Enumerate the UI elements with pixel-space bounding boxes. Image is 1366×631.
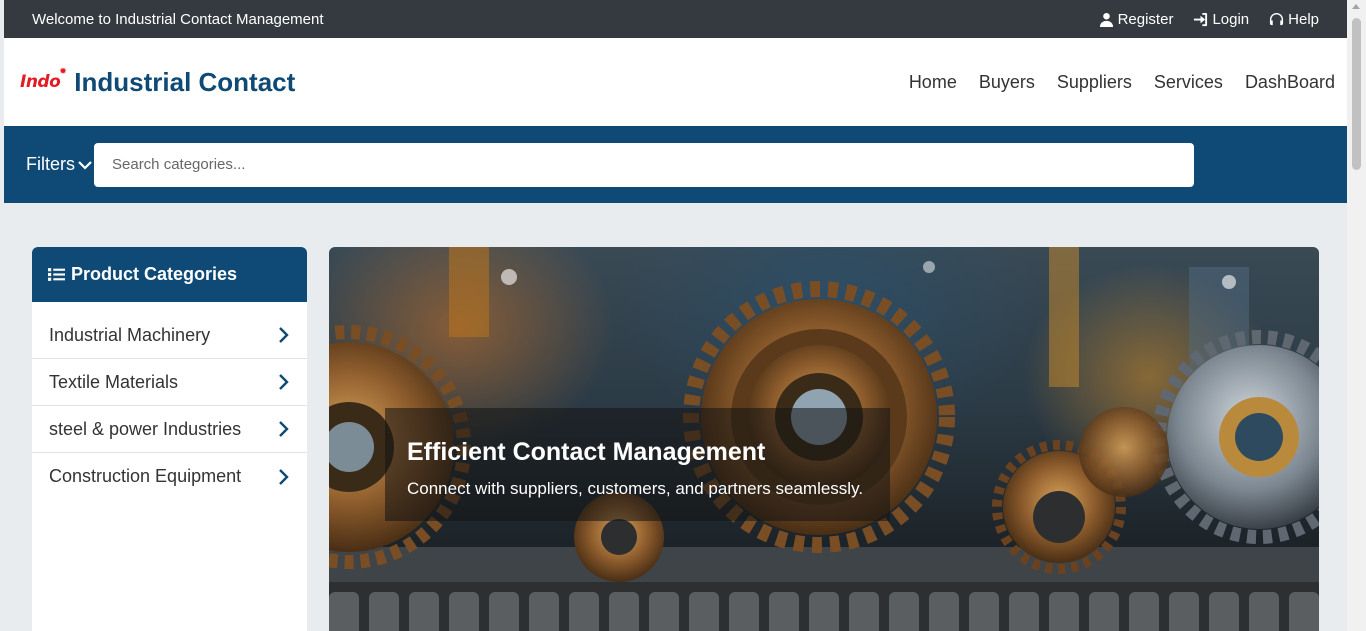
site-header: Indo ✹ Industrial Contact Home Buyers Sup…: [4, 38, 1347, 126]
category-item[interactable]: Industrial Machinery: [32, 312, 307, 359]
nav-home[interactable]: Home: [909, 72, 957, 93]
filters-label: Filters: [26, 154, 75, 174]
main-nav: Home Buyers Suppliers Services DashBoard: [909, 72, 1335, 93]
welcome-text: Welcome to Industrial Contact Management: [32, 10, 324, 28]
chevron-right-icon: [279, 468, 289, 485]
page: Welcome to Industrial Contact Management…: [4, 0, 1347, 631]
chevron-right-icon: [279, 421, 289, 437]
login-link[interactable]: Login: [1193, 11, 1249, 28]
help-label: Help: [1288, 10, 1319, 28]
categories-heading-text: Product Categories: [71, 264, 238, 284]
nav-dashboard[interactable]: DashBoard: [1245, 72, 1335, 93]
logo: Indo ✹: [20, 67, 67, 92]
chevron-right-icon: [279, 327, 289, 343]
headset-icon: [1270, 12, 1284, 25]
category-label: Industrial Machinery: [49, 324, 211, 345]
top-bar: Welcome to Industrial Contact Management…: [4, 0, 1347, 38]
category-item[interactable]: Textile Materials: [32, 359, 307, 406]
hero-banner: Efficient Contact Management Connect wit…: [329, 247, 1319, 631]
scroll-thumb[interactable]: [1352, 18, 1361, 170]
categories-heading: Product Categories: [32, 247, 307, 302]
filter-bar: Filters: [4, 126, 1347, 203]
register-label: Register: [1117, 10, 1174, 28]
brand[interactable]: Indo ✹ Industrial Contact: [20, 67, 295, 98]
category-item[interactable]: steel & power Industries: [32, 406, 307, 453]
hero-caption: Efficient Contact Management Connect wit…: [385, 408, 890, 521]
help-link[interactable]: Help: [1269, 11, 1319, 28]
nav-suppliers[interactable]: Suppliers: [1057, 72, 1132, 93]
hero-subtext: Connect with suppliers, customers, and p…: [407, 479, 864, 498]
category-item[interactable]: Construction Equipment: [32, 453, 307, 500]
logo-spark-icon: ✹: [59, 67, 67, 77]
list-icon: [48, 268, 65, 281]
nav-services[interactable]: Services: [1154, 72, 1223, 93]
chevron-right-icon: [279, 374, 289, 390]
search-input[interactable]: [94, 142, 1194, 187]
register-link[interactable]: Register: [1099, 10, 1174, 28]
nav-buyers[interactable]: Buyers: [979, 72, 1035, 93]
chevron-down-icon: [78, 160, 92, 170]
hero-heading: Efficient Contact Management: [407, 438, 766, 466]
page-scrollbar[interactable]: [1347, 0, 1366, 631]
logo-text: Indo: [20, 72, 61, 92]
sign-in-icon: [1194, 12, 1208, 26]
top-links: Register Login Help: [1099, 11, 1319, 28]
site-title: Industrial Contact: [74, 66, 296, 97]
product-categories-panel: Product Categories Industrial Machinery …: [32, 247, 307, 631]
user-icon: [1099, 12, 1113, 27]
scroll-up-arrow-icon[interactable]: [1352, 4, 1360, 9]
category-label: Textile Materials: [49, 371, 179, 392]
login-label: Login: [1212, 10, 1250, 28]
category-label: steel & power Industries: [49, 418, 242, 439]
filters-dropdown[interactable]: Filters: [26, 154, 94, 175]
category-label: Construction Equipment: [49, 466, 242, 486]
